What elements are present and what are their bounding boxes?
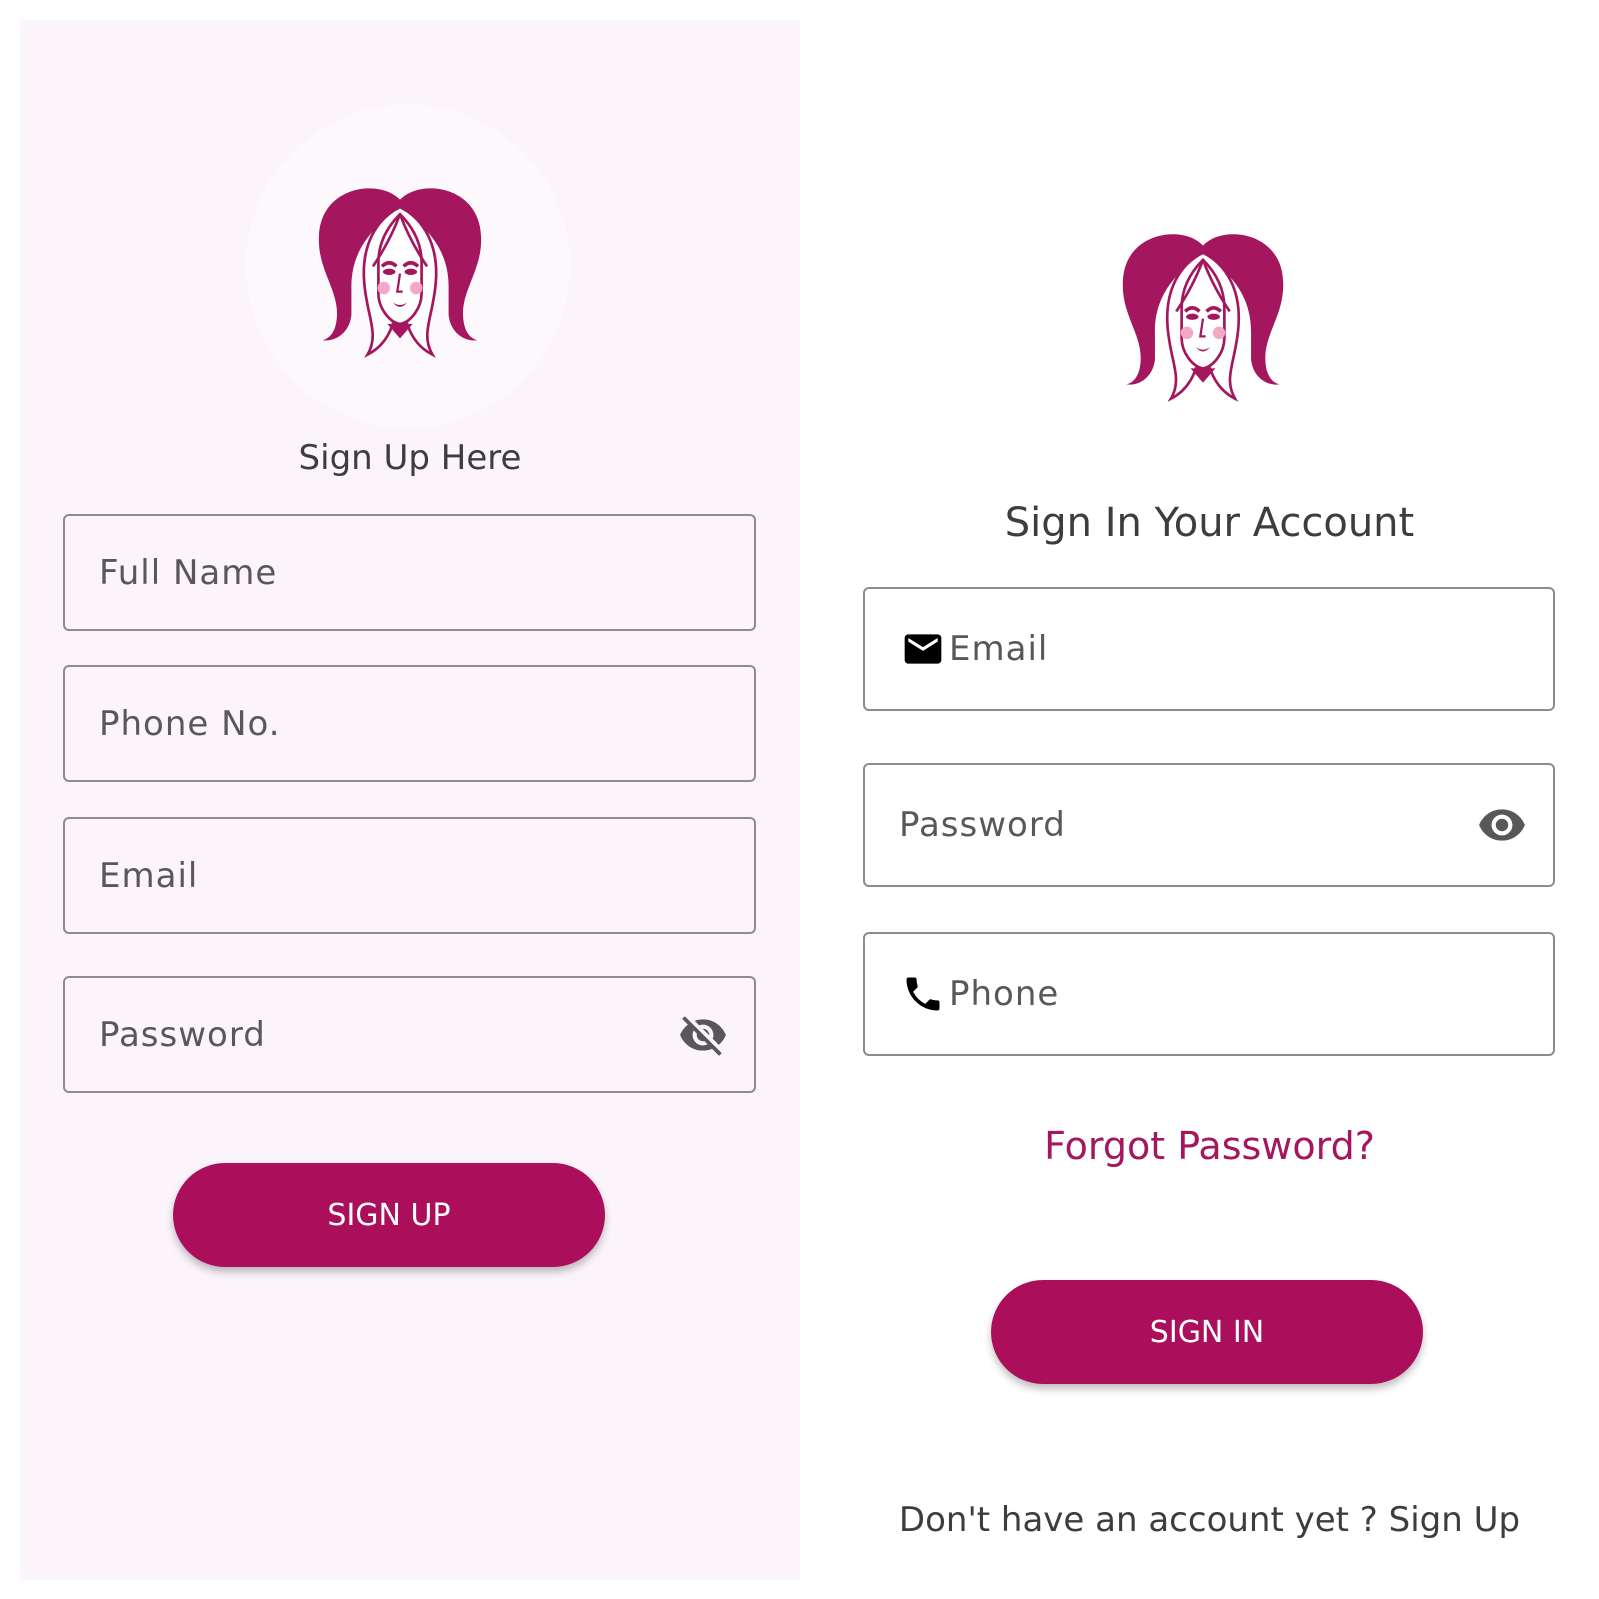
no-account-text: Don't have an account yet ? [898, 1500, 1378, 1540]
signin-password-input[interactable]: Password [863, 763, 1555, 887]
woman-face-logo [318, 188, 482, 358]
screenshot-stage: Sign Up Here Full Name Phone No. Email P… [0, 0, 1599, 1599]
woman-face-logo-signin [1122, 234, 1284, 402]
signup-password-input[interactable]: Password [63, 976, 756, 1093]
full-name-input[interactable]: Full Name [63, 514, 756, 631]
signin-email-placeholder: Email [949, 629, 1049, 669]
no-account-prompt: Don't have an account yet ? Sign Up [820, 1500, 1599, 1540]
signup-title: Sign Up Here [298, 438, 522, 478]
forgot-password-link[interactable]: Forgot Password? [820, 1124, 1599, 1168]
signin-email-input[interactable]: Email [863, 587, 1555, 711]
signup-email-input[interactable]: Email [63, 817, 756, 934]
signup-email-placeholder: Email [99, 855, 199, 896]
signup-password-placeholder: Password [99, 1014, 266, 1055]
signin-password-placeholder: Password [899, 805, 1066, 845]
phone-number-placeholder: Phone No. [99, 703, 281, 744]
signin-phone-input[interactable]: Phone [863, 932, 1555, 1056]
full-name-placeholder: Full Name [99, 552, 278, 593]
phone-icon [906, 977, 940, 1011]
signup-button[interactable]: SIGN UP [173, 1163, 605, 1267]
visibility-off-icon[interactable] [678, 1010, 728, 1060]
phone-number-input[interactable]: Phone No. [63, 665, 756, 782]
signup-link[interactable]: Sign Up [1389, 1500, 1520, 1540]
eye-icon[interactable] [1477, 800, 1527, 850]
mail-icon [904, 634, 942, 664]
signin-phone-placeholder: Phone [949, 974, 1060, 1014]
signin-title: Sign In Your Account [1004, 500, 1415, 546]
signin-button[interactable]: SIGN IN [991, 1280, 1423, 1384]
